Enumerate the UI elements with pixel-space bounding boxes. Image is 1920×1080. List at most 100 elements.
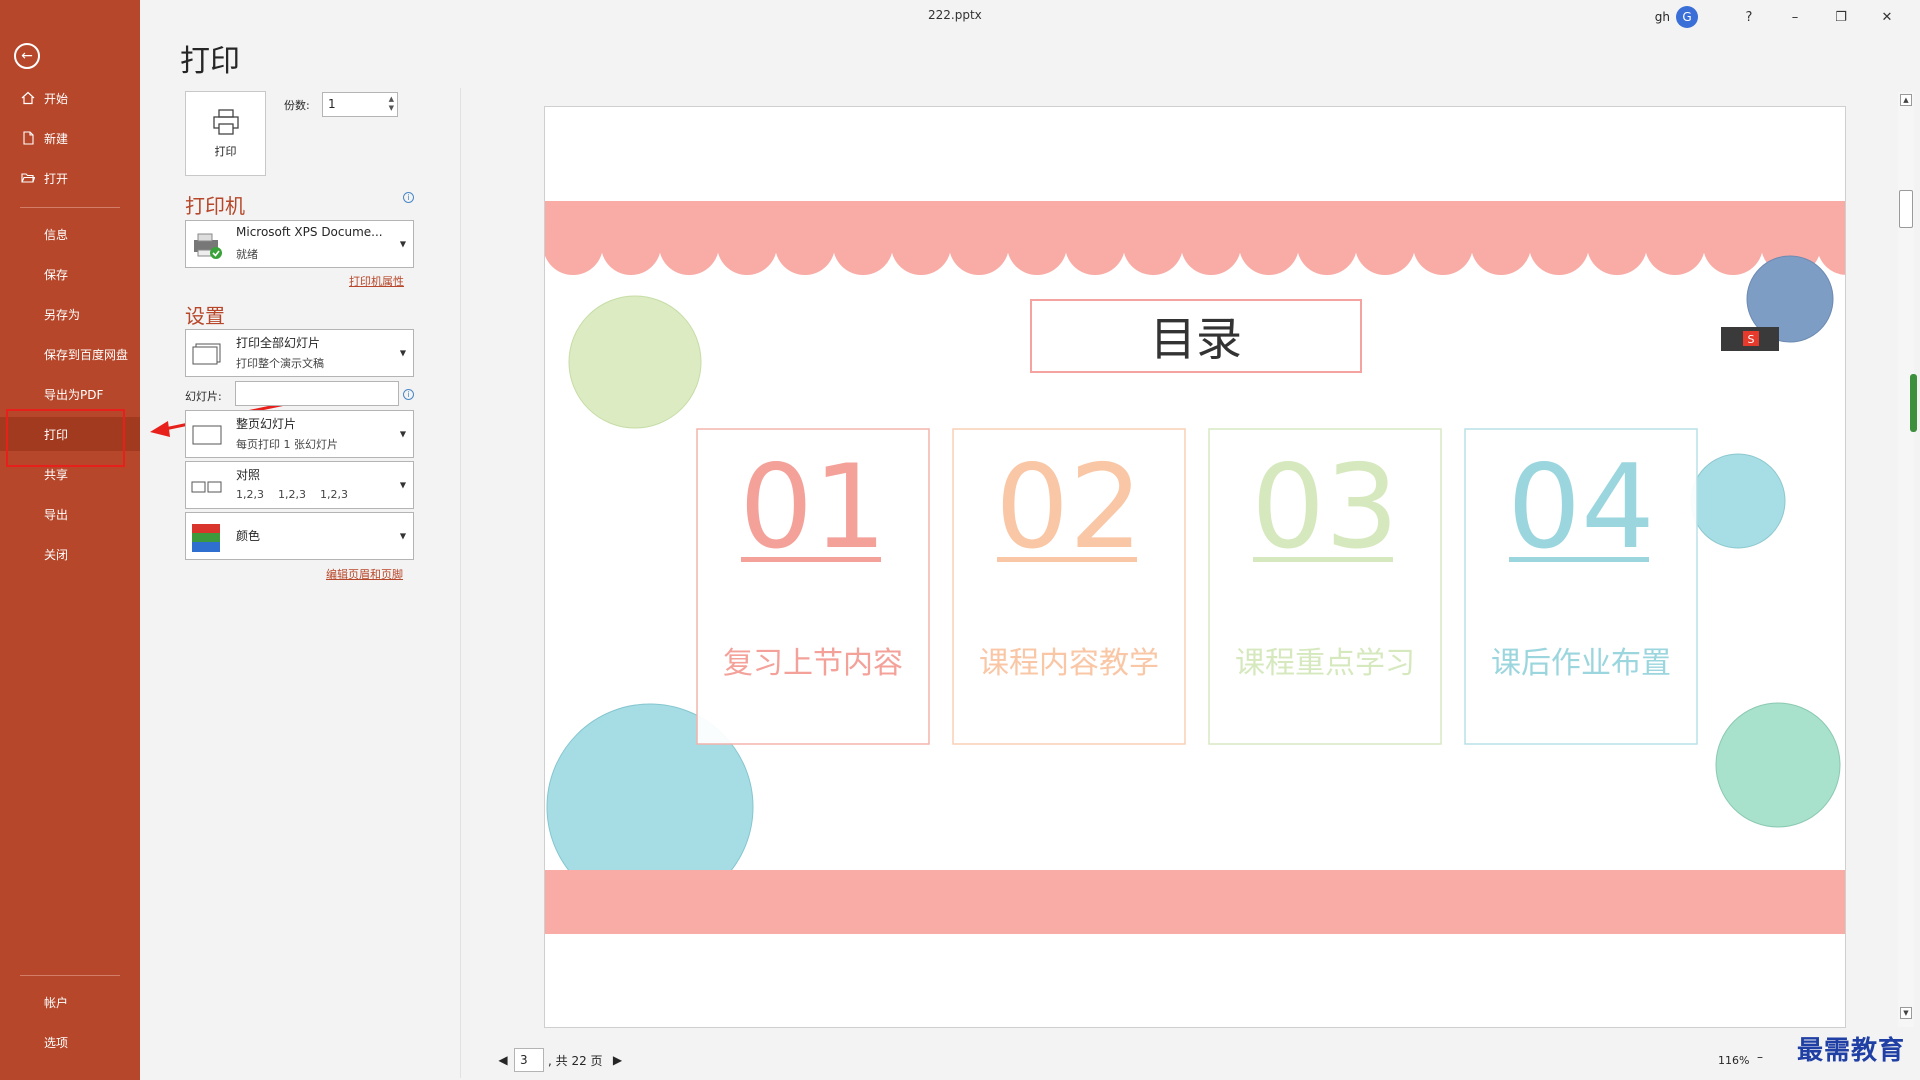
- color-main: 颜色: [236, 529, 261, 543]
- sidebar-item-label: 新建: [44, 131, 69, 146]
- window-title: 222.pptx: [928, 8, 982, 22]
- sidebar-item-save[interactable]: 保存: [0, 257, 140, 291]
- zoom-percent[interactable]: 116%: [1718, 1054, 1749, 1067]
- printer-icon: [211, 108, 241, 139]
- annotation-highlight-box: [6, 409, 125, 467]
- sidebar-item-label: 另存为: [44, 307, 81, 322]
- scroll-thumb[interactable]: [1899, 190, 1913, 228]
- copies-label: 份数:: [284, 99, 310, 112]
- printer-properties-link[interactable]: 打印机属性: [349, 273, 404, 289]
- toc-text: 课程重点学习: [1235, 646, 1415, 681]
- collate-dropdown[interactable]: 对照 1,2,3 1,2,3 1,2,3 ▼: [185, 461, 414, 509]
- layout-main: 整页幻灯片: [236, 417, 297, 431]
- range-main: 打印全部幻灯片: [236, 336, 321, 350]
- chevron-down-icon: ▼: [399, 348, 406, 358]
- print-button-label: 打印: [214, 145, 237, 158]
- settings-heading: 设置: [185, 304, 225, 328]
- preview-scrollbar[interactable]: ▲ ▼: [1898, 92, 1914, 1027]
- sidebar-item-label: 导出: [44, 507, 69, 522]
- collate-main: 对照: [236, 468, 261, 482]
- sidebar-divider: [20, 975, 120, 976]
- backstage-sidebar: ← 开始 新建 打开 信息 保存 另存为 保存到百度网盘 导出为PDF 打印 共…: [0, 0, 140, 1080]
- print-backstage: ← 开始 新建 打开 信息 保存 另存为 保存到百度网盘 导出为PDF 打印 共…: [0, 0, 1920, 1080]
- sidebar-item-label: 保存到百度网盘: [44, 347, 129, 362]
- sidebar-item-open[interactable]: 打开: [0, 161, 140, 195]
- ime-toolbar-icon: S: [1721, 327, 1779, 351]
- spin-arrows-icon[interactable]: ▲ ▼: [389, 95, 394, 113]
- sidebar-item-label: 共享: [44, 467, 69, 482]
- sidebar-item-info[interactable]: 信息: [0, 217, 140, 251]
- minimize-button[interactable]: –: [1772, 7, 1818, 27]
- page-number-input[interactable]: 3: [514, 1048, 544, 1072]
- toc-number: 02: [995, 440, 1143, 575]
- full-page-slide-icon: [192, 424, 222, 450]
- help-button[interactable]: ?: [1726, 7, 1772, 27]
- print-button[interactable]: 打印: [185, 91, 266, 176]
- color-icon: [192, 524, 220, 556]
- sidebar-item-account[interactable]: 帐户: [0, 985, 140, 1019]
- collate-sub: 1,2,3 1,2,3 1,2,3: [236, 488, 348, 501]
- color-dropdown[interactable]: 颜色 ▼: [185, 512, 414, 560]
- chevron-down-icon: ▼: [399, 429, 406, 439]
- titlebar-controls: gh G ? – ❐ ✕: [1655, 6, 1910, 28]
- scroll-up-icon[interactable]: ▲: [1900, 94, 1912, 106]
- page-title: 打印: [180, 44, 240, 79]
- sidebar-item-options[interactable]: 选项: [0, 1025, 140, 1059]
- close-window-button[interactable]: ✕: [1864, 7, 1910, 27]
- slides-icon: [192, 343, 222, 369]
- printer-heading: 打印机: [185, 194, 245, 218]
- info-icon[interactable]: i: [403, 192, 414, 203]
- next-page-icon[interactable]: ▶: [611, 1053, 625, 1067]
- watermark: 最需教育: [1797, 1036, 1906, 1066]
- svg-text:S: S: [1748, 333, 1755, 346]
- sidebar-item-label: 开始: [44, 91, 69, 106]
- panel-divider: [460, 88, 461, 1078]
- toc-number: 03: [1251, 440, 1399, 575]
- restore-button[interactable]: ❐: [1818, 7, 1864, 27]
- sidebar-item-save-baidu[interactable]: 保存到百度网盘: [0, 337, 140, 371]
- sidebar-item-save-as[interactable]: 另存为: [0, 297, 140, 331]
- page-navigator: ◀ 3 , 共 22 页 ▶: [496, 1048, 625, 1072]
- chevron-down-icon: ▼: [399, 531, 406, 541]
- sidebar-item-home[interactable]: 开始: [0, 81, 140, 115]
- toc-text: 课程内容教学: [979, 646, 1159, 681]
- sidebar-item-export[interactable]: 导出: [0, 497, 140, 531]
- slides-input[interactable]: [235, 381, 399, 406]
- sidebar-item-export-pdf[interactable]: 导出为PDF: [0, 377, 140, 411]
- slides-label: 幻灯片:: [185, 390, 222, 403]
- info-icon[interactable]: i: [403, 389, 414, 400]
- copies-value: 1: [328, 97, 336, 111]
- chevron-down-icon: ▼: [399, 480, 406, 490]
- range-sub: 打印整个演示文稿: [236, 357, 324, 370]
- slide-title: 目录: [1150, 312, 1242, 366]
- printer-status: 就绪: [236, 248, 258, 261]
- header-footer-link[interactable]: 编辑页眉和页脚: [326, 566, 403, 582]
- sidebar-item-new[interactable]: 新建: [0, 121, 140, 155]
- sidebar-item-label: 打开: [44, 171, 69, 186]
- copies-stepper[interactable]: 1 ▲ ▼: [322, 92, 398, 117]
- zoom-out-button[interactable]: –: [1757, 1050, 1763, 1064]
- sidebar-item-label: 关闭: [44, 547, 69, 562]
- new-file-icon: [20, 130, 36, 146]
- previous-page-icon[interactable]: ◀: [496, 1053, 510, 1067]
- chevron-down-icon: ▼: [399, 239, 406, 249]
- toc-text: 复习上节内容: [723, 646, 903, 681]
- print-range-dropdown[interactable]: 打印全部幻灯片 打印整个演示文稿 ▼: [185, 329, 414, 377]
- back-arrow-icon[interactable]: ←: [14, 43, 40, 69]
- sidebar-item-close[interactable]: 关闭: [0, 537, 140, 571]
- sidebar-item-label: 信息: [44, 227, 69, 242]
- toc-text: 课后作业布置: [1491, 646, 1671, 681]
- scroll-down-icon[interactable]: ▼: [1900, 1007, 1912, 1019]
- avatar[interactable]: G: [1676, 6, 1698, 28]
- user-initials: gh: [1654, 10, 1670, 24]
- layout-dropdown[interactable]: 整页幻灯片 每页打印 1 张幻灯片 ▼: [185, 410, 414, 458]
- toc-number: 01: [739, 440, 887, 575]
- sidebar-item-label: 保存: [44, 267, 69, 282]
- printer-dropdown[interactable]: Microsoft XPS Docume... 就绪 ▼: [185, 220, 414, 268]
- slide-preview: 目录 01 02 03 04 复习上节内容 课程内容教学 课程重点学习 课后作业…: [544, 106, 1846, 1028]
- zoom-indicator[interactable]: [1910, 374, 1917, 432]
- folder-open-icon: [20, 170, 36, 186]
- layout-sub: 每页打印 1 张幻灯片: [236, 438, 338, 451]
- sidebar-item-label: 选项: [44, 1035, 69, 1050]
- page-total: , 共 22 页: [548, 1053, 603, 1068]
